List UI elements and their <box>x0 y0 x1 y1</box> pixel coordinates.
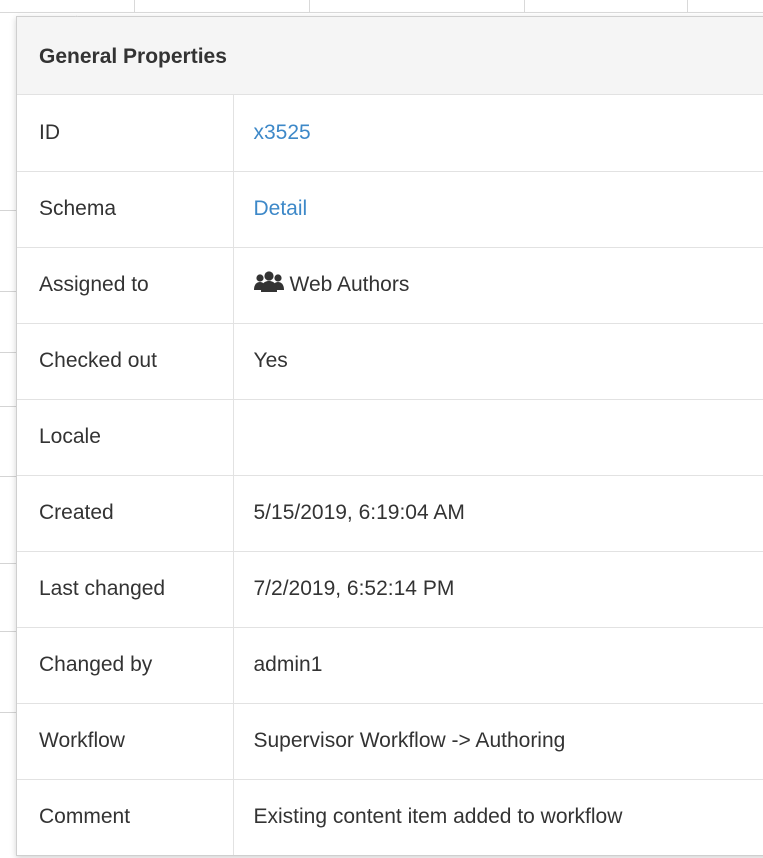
property-label: Comment <box>17 779 234 855</box>
property-value: 5/15/2019, 6:19:04 AM <box>233 475 763 552</box>
property-label: Assigned to <box>17 247 234 324</box>
background-row-divider <box>0 291 16 292</box>
property-row-comment: Comment Existing content item added to w… <box>17 779 763 855</box>
popover-header: General Properties <box>17 17 763 95</box>
background-row-divider <box>0 712 16 713</box>
property-label: Workflow <box>17 703 234 780</box>
property-value: Supervisor Workflow -> Authoring <box>233 703 763 780</box>
property-row-assigned-to: Assigned to Web Authors <box>17 247 763 324</box>
property-value: admin1 <box>233 627 763 704</box>
background-column-divider <box>309 0 310 12</box>
property-label: Locale <box>17 399 234 476</box>
property-row-schema: Schema Detail <box>17 171 763 248</box>
background-table-header <box>0 0 763 13</box>
property-value: Existing content item added to workflow <box>253 805 623 829</box>
property-value: x3525 <box>233 95 763 172</box>
background-row-divider <box>0 406 16 407</box>
assigned-to-value: Web Authors <box>289 273 410 296</box>
property-row-last-changed: Last changed 7/2/2019, 6:52:14 PM <box>17 551 763 628</box>
background-row-divider <box>0 352 16 353</box>
property-value: Detail <box>233 171 763 248</box>
background-row-divider <box>0 563 16 564</box>
property-label: Last changed <box>17 551 234 628</box>
popover-title: General Properties <box>39 45 227 68</box>
background-column-divider <box>687 0 688 12</box>
property-label: Checked out <box>17 323 234 400</box>
property-row-locale: Locale <box>17 399 763 476</box>
background-row-divider <box>0 476 16 477</box>
property-row-checked-out: Checked out Yes <box>17 323 763 400</box>
property-row-created: Created 5/15/2019, 6:19:04 AM <box>17 475 763 552</box>
general-properties-popover: General Properties ID x3525 Schema Detai… <box>16 15 763 856</box>
background-row-divider <box>0 210 16 211</box>
group-icon <box>253 271 284 299</box>
background-column-divider <box>524 0 525 12</box>
property-row-id: ID x3525 <box>17 95 763 172</box>
property-value: Web Authors <box>233 247 763 324</box>
property-row-workflow: Workflow Supervisor Workflow -> Authorin… <box>17 703 763 780</box>
property-label: ID <box>17 95 234 172</box>
property-row-changed-by: Changed by admin1 <box>17 627 763 704</box>
background-column-divider <box>134 0 135 12</box>
property-label: Changed by <box>17 627 234 704</box>
property-value <box>233 399 763 476</box>
property-label: Schema <box>17 171 234 248</box>
background-row-divider <box>0 631 16 632</box>
property-value: 7/2/2019, 6:52:14 PM <box>233 551 763 628</box>
property-label: Created <box>17 475 234 552</box>
schema-link[interactable]: Detail <box>254 197 308 220</box>
property-value: Yes <box>233 323 763 400</box>
properties-table: ID x3525 Schema Detail Assigned to Web A… <box>17 95 763 855</box>
id-link[interactable]: x3525 <box>254 121 311 144</box>
